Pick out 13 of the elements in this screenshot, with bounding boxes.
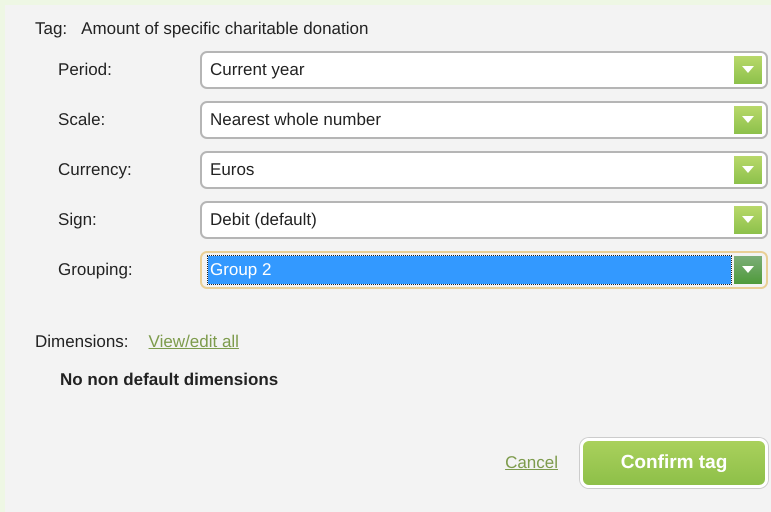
dimensions-message: No non default dimensions (60, 370, 280, 390)
field-label: Grouping: (58, 260, 134, 280)
dropdown[interactable]: Current year (200, 51, 768, 89)
dropdown[interactable]: Nearest whole number (200, 101, 768, 139)
dropdown[interactable]: Euros (200, 151, 768, 189)
field-label: Currency: (58, 160, 133, 180)
dropdown[interactable]: Debit (default) (200, 201, 768, 239)
tag-label: Tag: (35, 19, 68, 39)
field-label: Period: (58, 60, 113, 80)
field-label: Sign: (58, 210, 98, 230)
tag-name: Amount of specific charitable donation (81, 19, 368, 39)
field-label: Scale: (58, 110, 106, 130)
dimensions-label: Dimensions: (35, 332, 129, 352)
